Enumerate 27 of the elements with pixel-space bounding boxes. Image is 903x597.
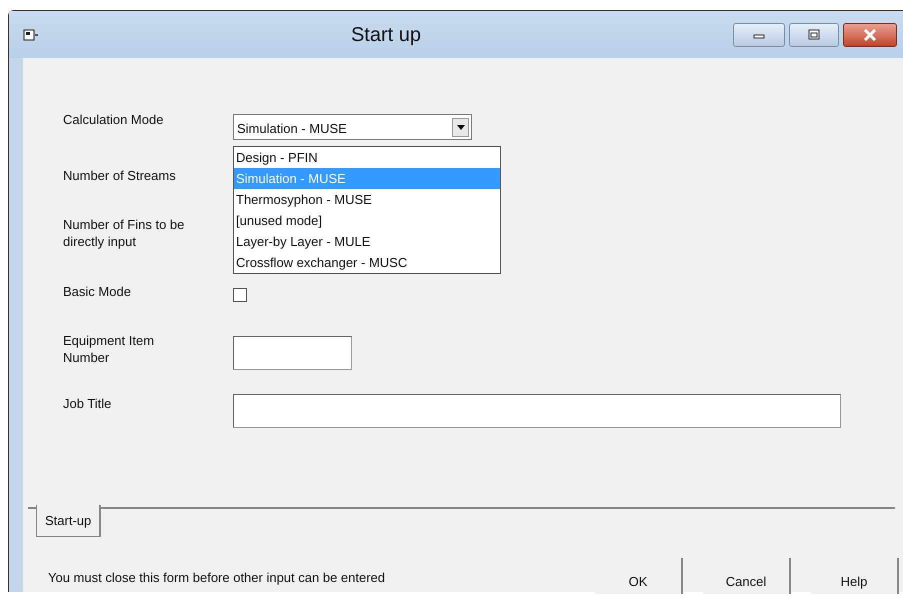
window-title: Start up — [350, 22, 422, 48]
input-field[interactable] — [233, 336, 352, 370]
dropdown-option[interactable]: Crossflow exchanger - MUSC — [234, 252, 500, 273]
dropdown-option[interactable]: [unused mode] — [234, 210, 500, 231]
maximize-icon — [807, 28, 821, 40]
status-text: You must close this form before other input can be entered — [48, 569, 385, 587]
maximize-button[interactable] — [789, 22, 839, 46]
field-label: Job Title — [63, 395, 112, 413]
field-label: Number of Streams — [63, 167, 177, 185]
dropdown-option[interactable]: Layer-by Layer - MULE — [234, 231, 500, 252]
field-label: Equipment Item Number — [63, 332, 156, 367]
tab[interactable]: Start-up — [36, 505, 102, 537]
field-label: Number of Fins to be directly input — [63, 216, 186, 251]
mode-dropdown[interactable]: Simulation - MUSE — [233, 114, 472, 140]
minimize-button[interactable] — [733, 22, 785, 46]
close-icon — [863, 28, 877, 40]
dialog-button[interactable]: OK — [595, 558, 683, 594]
field-label: Calculation Mode — [63, 111, 164, 129]
dropdown-option[interactable]: Thermosyphon - MUSE — [234, 189, 500, 210]
close-button[interactable] — [843, 22, 897, 46]
input-field[interactable] — [233, 394, 841, 428]
dialog-button[interactable]: Cancel — [703, 558, 791, 594]
dialog-button[interactable]: Help — [811, 558, 899, 594]
field-label: Basic Mode — [63, 283, 132, 301]
app-icon — [23, 28, 39, 42]
dropdown-option[interactable]: Design - PFIN — [234, 147, 500, 168]
checkbox[interactable] — [233, 288, 247, 302]
